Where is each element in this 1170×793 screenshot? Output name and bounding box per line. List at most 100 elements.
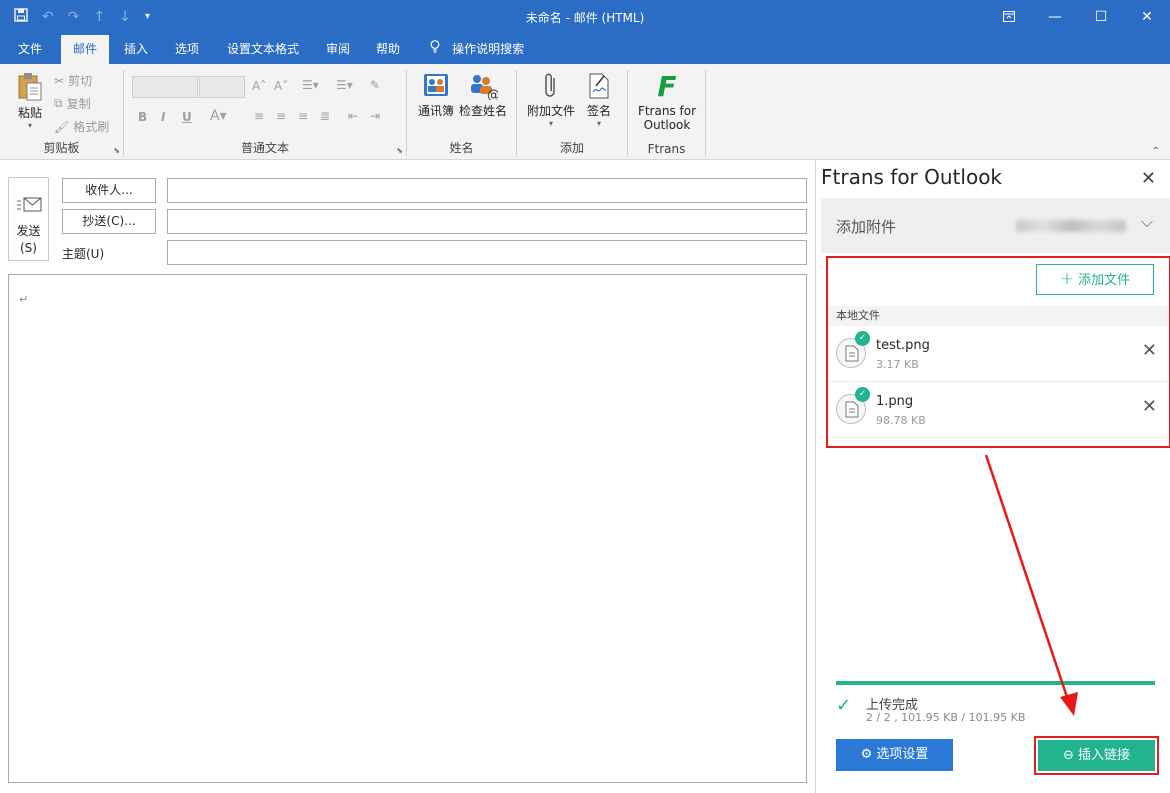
attach-file-label: 附加文件 xyxy=(526,104,575,118)
font-color-icon[interactable]: A▾ xyxy=(210,108,227,124)
paste-button[interactable]: 粘贴 ▾ xyxy=(10,72,50,130)
group-ftrans: F Ftrans for Outlook Ftrans xyxy=(628,64,705,160)
shrink-font-icon[interactable]: A˅ xyxy=(274,79,288,93)
align-center-icon[interactable]: ≡ xyxy=(276,109,286,123)
cc-button[interactable]: 抄送(C)... xyxy=(62,209,156,234)
numbering-icon[interactable]: ☰▾ xyxy=(336,78,353,92)
attach-file-button[interactable]: 附加文件 ▾ xyxy=(525,72,577,128)
check-names-icon: @ xyxy=(471,75,498,100)
align-left-icon[interactable]: ≡ xyxy=(254,109,264,123)
subject-field[interactable] xyxy=(167,240,807,265)
align-right-icon[interactable]: ≡ xyxy=(298,109,308,123)
close-icon[interactable]: ✕ xyxy=(1124,0,1170,33)
check-names-button[interactable]: @ 检查姓名 xyxy=(457,72,509,119)
maximize-icon[interactable]: ☐ xyxy=(1078,0,1124,33)
group-names: 通讯簿 @ 检查姓名 姓名 xyxy=(407,64,516,160)
paperclip-icon xyxy=(545,73,555,97)
upload-progress-bar xyxy=(836,681,1155,685)
panel-close-icon[interactable]: ✕ xyxy=(1141,168,1156,189)
collapse-ribbon-icon[interactable]: ⌃ xyxy=(1152,146,1160,157)
ribbon-display-icon[interactable] xyxy=(986,0,1032,33)
cc-field[interactable] xyxy=(167,209,807,234)
check-names-label: 检查姓名 xyxy=(458,104,507,118)
clear-format-icon[interactable]: ✎ xyxy=(370,78,380,92)
tab-mail[interactable]: 邮件 xyxy=(61,35,110,64)
paste-label: 粘贴 xyxy=(17,106,42,120)
tab-tell-me[interactable]: 操作说明搜索 xyxy=(418,35,536,64)
tab-file[interactable]: 文件 xyxy=(6,35,54,64)
basic-text-launcher-icon[interactable]: ⬊ xyxy=(396,146,403,155)
title-bar: ↶ ↷ ↑ ↓ ▾ 未命名 - 邮件 (HTML) — ☐ ✕ xyxy=(0,0,1170,33)
send-label: 发送 xyxy=(16,224,41,238)
address-book-button[interactable]: 通讯簿 xyxy=(415,72,457,119)
attach-dropdown-icon: ▾ xyxy=(548,119,553,128)
signature-button[interactable]: 签名 ▾ xyxy=(579,72,619,128)
blurred-account xyxy=(1016,220,1126,232)
insert-link-button[interactable]: ⊖ 插入链接 xyxy=(1038,740,1155,771)
tab-insert[interactable]: 插入 xyxy=(112,35,160,64)
decrease-indent-icon[interactable]: ⇤ xyxy=(348,109,358,123)
tab-format-text[interactable]: 设置文本格式 xyxy=(215,35,311,64)
ftrans-button-line2: Outlook xyxy=(643,118,691,132)
font-size-combo[interactable] xyxy=(199,76,245,98)
chevron-down-icon[interactable]: ⌵ xyxy=(1141,212,1153,232)
italic-button[interactable]: I xyxy=(161,110,165,124)
window-controls: — ☐ ✕ xyxy=(986,0,1170,33)
to-field[interactable] xyxy=(167,178,807,203)
address-book-label: 通讯簿 xyxy=(417,104,454,118)
tab-review[interactable]: 审阅 xyxy=(314,35,362,64)
group-basic-text: A˄ A˅ ☰▾ ☰▾ ✎ B I U A▾ ≡ ≡ ≡ ≣ ⇤ ⇥ 普通文本 … xyxy=(124,64,406,160)
svg-text:@: @ xyxy=(487,88,498,100)
compose-area: 发送 (S) 收件人... 抄送(C)... 主题(U) ↵ xyxy=(0,160,815,793)
bold-button[interactable]: B xyxy=(138,110,147,124)
send-button[interactable]: 发送 (S) xyxy=(8,177,49,261)
cut-button[interactable]: ✂ 剪切 xyxy=(54,72,92,89)
add-attachment-label: 添加附件 xyxy=(836,218,897,236)
underline-button[interactable]: U xyxy=(182,110,192,124)
ftrans-button-line1: Ftrans for xyxy=(637,104,697,118)
to-button[interactable]: 收件人... xyxy=(62,178,156,203)
tab-options[interactable]: 选项 xyxy=(163,35,211,64)
clipboard-icon xyxy=(18,73,42,101)
insert-link-label: 插入链接 xyxy=(1077,748,1130,763)
include-group-label: 添加 xyxy=(559,141,584,155)
options-settings-button[interactable]: ⚙ 选项设置 xyxy=(836,739,953,771)
address-book-icon xyxy=(424,74,448,96)
remove-file-icon[interactable]: ✕ xyxy=(1142,340,1157,361)
clipboard-launcher-icon[interactable]: ⬊ xyxy=(113,146,120,155)
upload-complete-check-icon: ✓ xyxy=(836,695,852,716)
format-painter-button[interactable]: 🖌 格式刷 xyxy=(54,118,109,135)
add-file-button[interactable]: + 添加文件 xyxy=(1036,264,1154,295)
add-attachment-section[interactable]: 添加附件 ⌵ xyxy=(821,198,1170,253)
group-clipboard: 粘贴 ▾ ✂ 剪切 ⧉ 复制 🖌 格式刷 剪贴板 ⬊ xyxy=(0,64,123,160)
copy-button[interactable]: ⧉ 复制 xyxy=(54,95,91,112)
subject-label: 主题(U) xyxy=(62,247,105,261)
basic-text-group-label: 普通文本 xyxy=(240,141,289,155)
file-size: 98.78 KB xyxy=(876,414,926,427)
file-row: ✓ test.png 3.17 KB ✕ xyxy=(828,326,1169,382)
grow-font-icon[interactable]: A˄ xyxy=(252,79,266,93)
options-settings-label: 选项设置 xyxy=(876,747,929,762)
ftrans-for-outlook-button[interactable]: F Ftrans for Outlook xyxy=(632,72,702,133)
send-envelope-icon xyxy=(17,197,42,212)
bullets-icon[interactable]: ☰▾ xyxy=(302,78,319,92)
format-painter-label: 格式刷 xyxy=(73,120,110,134)
send-shortcut-label: (S) xyxy=(20,241,37,255)
group-include: 附加文件 ▾ 签名 ▾ 添加 xyxy=(517,64,627,160)
justify-icon[interactable]: ≣ xyxy=(320,109,330,123)
remove-file-icon[interactable]: ✕ xyxy=(1142,396,1157,417)
message-body[interactable]: ↵ xyxy=(8,274,807,783)
clipboard-group-label: 剪贴板 xyxy=(43,141,80,155)
link-icon: ⊖ xyxy=(1063,748,1074,763)
increase-indent-icon[interactable]: ⇥ xyxy=(370,109,380,123)
local-files-header: 本地文件 xyxy=(828,306,1169,326)
minimize-icon[interactable]: — xyxy=(1032,0,1078,33)
tab-help[interactable]: 帮助 xyxy=(364,35,412,64)
upload-progress-fill xyxy=(836,681,1155,685)
font-name-combo[interactable] xyxy=(132,76,198,98)
tell-me-label: 操作说明搜索 xyxy=(452,42,525,56)
uploaded-check-icon: ✓ xyxy=(855,331,870,346)
signature-dropdown-icon: ▾ xyxy=(596,119,601,128)
signature-label: 签名 xyxy=(586,104,611,118)
file-name: 1.png xyxy=(876,394,914,409)
